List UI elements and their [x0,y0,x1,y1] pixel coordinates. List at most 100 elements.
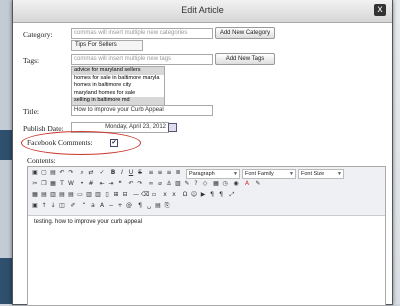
title-input[interactable]: How to improve your Curb Appeal [71,105,213,116]
move-backward-icon[interactable]: ↓ [49,202,57,210]
blockquote-icon[interactable]: ❝ [116,180,124,188]
acronym-icon[interactable]: A [98,202,106,210]
abbr-icon[interactable]: a [89,202,97,210]
undo-2-icon[interactable]: ↶ [127,180,135,188]
dialog-titlebar: Edit Article x [13,0,392,23]
media-icon[interactable]: ▶ [199,191,207,199]
subscript-icon[interactable]: x [161,191,169,199]
row-before-icon[interactable]: ▤ [58,191,66,199]
cut-icon[interactable]: ✂ [31,180,39,188]
new-category-input[interactable]: commas will insert multiple new categori… [71,28,213,39]
nonbreaking-icon[interactable]: ␣ [145,202,153,210]
tag-option[interactable]: homes in baltimore city [72,82,164,90]
font-family-select[interactable]: Font Family ▼ [242,169,296,179]
insert-date-icon[interactable]: ▦ [212,180,220,188]
absolute-icon[interactable]: ◫ [58,202,66,210]
new-tags-input[interactable]: commas will insert multiple new tags [71,54,213,65]
merge-cells-icon[interactable]: ⊟ [121,191,129,199]
insert-time-icon[interactable]: ◷ [221,180,229,188]
cell-props-icon[interactable]: ▥ [49,191,57,199]
new-document-icon[interactable]: ▢ [40,169,48,177]
align-center-icon[interactable]: ≡ [156,169,164,177]
outdent-icon[interactable]: ⇤ [98,180,106,188]
remove-format-icon[interactable]: ⌫ [141,191,149,199]
col-after-icon[interactable]: ▥ [94,191,102,199]
facebook-comments-checkbox[interactable]: ✔ [110,139,118,147]
visual-aid-icon[interactable]: ▫ [150,191,158,199]
style-props-icon[interactable]: ✐ [69,202,77,210]
paste-text-icon[interactable]: T [58,180,66,188]
facebook-comments-label: Facebook Comments: [27,138,93,147]
tag-option[interactable]: homes for sale in baltimore maryla [72,75,164,83]
save-icon[interactable]: ▣ [31,169,39,177]
redo-2-icon[interactable]: ↷ [136,180,144,188]
align-right-icon[interactable]: ≡ [165,169,173,177]
cleanup-icon[interactable]: ✎ [183,180,191,188]
indent-icon[interactable]: ⇥ [107,180,115,188]
fullscreen-icon[interactable]: ⤢ [228,191,236,199]
numbered-list-icon[interactable]: # [87,180,95,188]
copy-icon[interactable]: ❐ [40,180,48,188]
align-left-icon[interactable]: ≡ [147,169,155,177]
cite-icon[interactable]: “ [80,202,88,210]
link-icon[interactable]: ∞ [147,180,155,188]
del-icon[interactable]: − [107,202,115,210]
pagebreak-icon[interactable]: ⎘ [163,202,171,210]
italic-icon[interactable]: I [118,169,126,177]
anchor-icon[interactable]: ⚓ [165,180,173,188]
category-select[interactable]: Tips For Sellers [71,40,143,51]
edit-article-dialog: Edit Article x Category: commas will ins… [12,0,393,306]
replace-icon[interactable]: ⇄ [87,169,95,177]
table-icon[interactable]: ▦ [31,191,39,199]
abc-spellcheck-icon[interactable]: ✓ [98,169,106,177]
row-after-icon[interactable]: ▤ [67,191,75,199]
add-new-category-button[interactable]: Add New Category [215,27,275,39]
strikethrough-icon[interactable]: S [136,169,144,177]
redo-icon[interactable]: ↷ [67,169,75,177]
align-justify-icon[interactable]: ≣ [174,169,182,177]
editor-content[interactable]: testing. how to improve your curb appeal [34,219,142,225]
image-icon[interactable]: ▨ [174,180,182,188]
ltr-icon[interactable]: ¶ [208,191,216,199]
html-source-icon[interactable]: ◇ [201,180,209,188]
row-props-icon[interactable]: ▤ [40,191,48,199]
paste-word-icon[interactable]: W [67,180,75,188]
delete-row-icon[interactable]: ▭ [76,191,84,199]
text-color-icon[interactable]: A [243,180,251,188]
close-icon[interactable]: x [374,4,386,16]
bullet-list-icon[interactable]: • [78,180,86,188]
help-icon[interactable]: ? [192,180,200,188]
unlink-icon[interactable]: ⌀ [156,180,164,188]
underline-icon[interactable]: U [127,169,135,177]
charmap-icon[interactable]: Ω [181,191,189,199]
tag-option[interactable]: advice for maryland sellers [72,67,164,75]
move-forward-icon[interactable]: ↑ [40,202,48,210]
highlight-color-icon[interactable]: ✎ [254,180,262,188]
calendar-icon[interactable] [168,123,177,132]
template-icon[interactable]: ▤ [49,169,57,177]
preview-icon[interactable]: ◉ [232,180,240,188]
insert-layer-icon[interactable]: ▣ [31,202,39,210]
emotions-icon[interactable]: ☺ [190,191,198,199]
tags-listbox[interactable]: advice for maryland sellers homes for sa… [71,66,165,107]
attribs-icon[interactable]: @ [125,202,133,210]
paste-icon[interactable]: ▦ [49,180,57,188]
superscript-icon[interactable]: x [170,191,178,199]
undo-icon[interactable]: ↶ [58,169,66,177]
horizontal-rule-icon[interactable]: — [132,191,140,199]
split-cells-icon[interactable]: ⊞ [112,191,120,199]
font-size-select[interactable]: Font Size ▼ [298,169,344,179]
visual-chars-icon[interactable]: ¶ [136,202,144,210]
search-icon[interactable]: ⌕ [78,169,86,177]
format-select-value: Paragraph [189,171,215,177]
tag-option[interactable]: maryland homes for sale [72,90,164,98]
bold-icon[interactable]: B [109,169,117,177]
col-before-icon[interactable]: ▥ [85,191,93,199]
rtl-icon[interactable]: ¶ [217,191,225,199]
format-select[interactable]: Paragraph ▼ [186,169,240,179]
add-new-tags-button[interactable]: Add New Tags [215,53,275,65]
ins-icon[interactable]: + [116,202,124,210]
tag-option[interactable]: selling in baltimore md [72,97,164,105]
template-2-icon[interactable]: ▤ [154,202,162,210]
delete-col-icon[interactable]: ▯ [103,191,111,199]
